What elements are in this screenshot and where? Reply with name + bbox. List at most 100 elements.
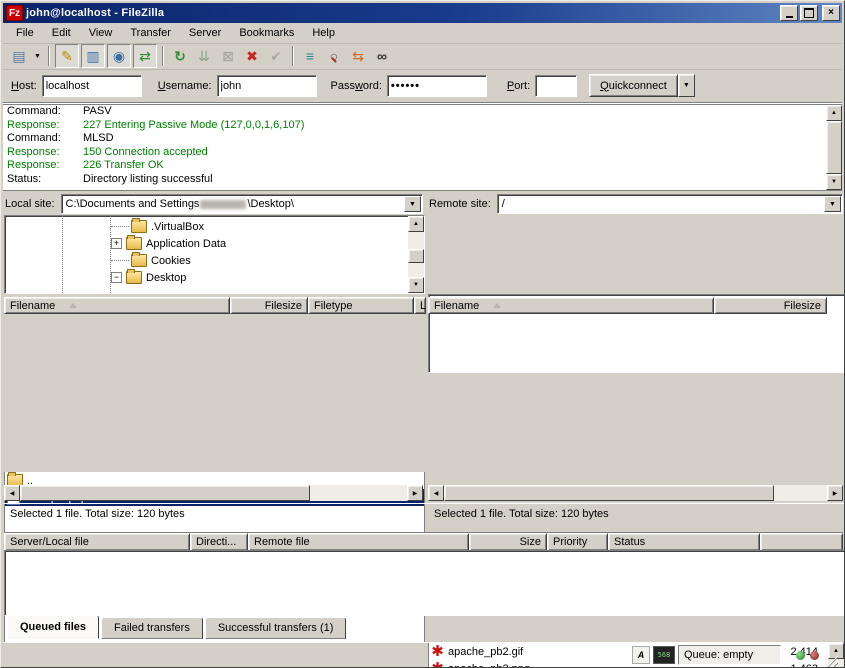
local-directory-tree[interactable]: .VirtualBox + Application Data Cookies −… [4,215,425,294]
column-header-size[interactable]: Size [469,533,547,551]
minimize-button[interactable] [780,5,798,21]
scroll-down-icon[interactable]: ▼ [408,277,424,293]
folder-icon [126,237,142,250]
cancel-operation-button: ⊠ [217,45,239,67]
password-input[interactable] [387,75,487,97]
queue-tabs: Queued files Failed transfers Successful… [7,617,348,639]
disconnect-button[interactable]: ✖ [241,45,263,67]
remote-list-hscrollbar[interactable]: ◀ ▶ [428,485,843,501]
synchronized-browsing-button[interactable]: ∞ [371,45,393,67]
remote-site-combo[interactable]: / ▼ [497,194,843,214]
scrollbar-thumb[interactable] [408,249,424,263]
toggle-queue-button[interactable]: ⇄ [133,44,157,68]
log-scrollbar[interactable]: ▲ ▼ [826,105,842,190]
scroll-right-icon[interactable]: ▶ [407,485,423,501]
column-header-filename[interactable]: Filename [428,297,714,314]
menu-file[interactable]: File [7,25,43,41]
column-header-filetype[interactable]: Filetype [308,297,414,314]
toggle-message-log-button[interactable]: ✎ [55,44,79,68]
filter-button[interactable]: ≡ [299,45,321,67]
scrollbar-thumb[interactable] [20,485,310,501]
column-header-filename[interactable]: Filename [4,297,230,314]
menu-transfer[interactable]: Transfer [121,25,180,41]
expand-plus-icon[interactable]: + [111,238,122,249]
local-tree-icon: ▥ [86,48,99,65]
tree-item-virtualbox[interactable]: .VirtualBox [111,218,411,235]
column-header-direction[interactable]: Directi... [190,533,248,551]
scrollbar-thumb[interactable] [826,121,842,174]
local-site-row: Local site: C:\Documents and Settings\De… [5,194,423,214]
message-log-icon: ✎ [61,48,73,65]
local-list-hscrollbar[interactable]: ◀ ▶ [4,485,423,501]
quickconnect-button[interactable]: Quickconnect [589,74,678,97]
compare-icon: ⇆ [352,48,364,65]
scroll-down-icon[interactable]: ▼ [826,174,842,190]
site-manager-button[interactable]: ▤ [8,45,30,67]
username-input[interactable] [217,75,317,97]
status-bar: A 568 Queue: empty [3,642,842,667]
speedlimit-icon: 568 [653,646,675,664]
local-site-combo[interactable]: C:\Documents and Settings\Desktop\ ▼ [61,194,423,214]
menu-bookmarks[interactable]: Bookmarks [230,25,303,41]
tab-successful-transfers[interactable]: Successful transfers (1) [205,617,347,639]
host-input[interactable] [42,75,142,97]
column-header-server-local-file[interactable]: Server/Local file [4,533,190,551]
scroll-up-icon[interactable]: ▲ [408,216,424,232]
column-header-remote-file[interactable]: Remote file [248,533,469,551]
scroll-left-icon[interactable]: ◀ [4,485,20,501]
close-button[interactable]: × [822,5,840,21]
scrollbar-thumb[interactable] [444,485,774,501]
quickconnect-dropdown-button[interactable]: ▼ [678,74,695,97]
tree-item-application-data[interactable]: + Application Data [111,235,411,252]
column-header-priority[interactable]: Priority [547,533,608,551]
file-search-button[interactable]: ○ [323,45,345,67]
column-header-status[interactable]: Status [608,533,760,551]
sort-ascending-icon [69,303,77,308]
toolbar-separator [48,46,50,66]
menu-help[interactable]: Help [303,25,344,41]
column-header-filesize[interactable]: Filesize [230,297,308,314]
tree-guide-line [62,216,64,293]
toggle-remote-tree-button[interactable]: ◉ [107,44,131,68]
compare-directories-button[interactable]: ⇆ [347,45,369,67]
redacted-username [200,200,246,209]
toggle-local-tree-button[interactable]: ▥ [81,44,105,68]
chevron-down-icon[interactable]: ▼ [404,196,421,212]
folder-icon [126,271,142,284]
menu-view[interactable]: View [80,25,122,41]
site-manager-dropdown-button[interactable]: ▼ [31,45,44,67]
log-line: Response:226 Transfer OK [3,159,842,173]
refresh-icon: ↻ [174,48,186,65]
transfer-queue-list[interactable] [4,550,845,616]
scroll-left-icon[interactable]: ◀ [428,485,444,501]
red-indicator-icon [810,651,819,660]
column-header-lastmodified[interactable]: L [414,297,426,314]
collapse-minus-icon[interactable]: − [111,272,122,283]
tree-item-label: Application Data [146,238,226,250]
tree-item-desktop[interactable]: − Desktop [111,269,411,286]
chevron-down-icon[interactable]: ▼ [824,196,841,212]
tree-item-cookies[interactable]: Cookies [111,252,411,269]
remote-path: / [502,198,505,210]
column-header-blank[interactable] [760,533,843,551]
port-input[interactable] [535,75,577,97]
resize-grip[interactable] [825,654,838,667]
message-log: Command:PASV Response:227 Entering Passi… [3,104,842,191]
scroll-right-icon[interactable]: ▶ [827,485,843,501]
menu-edit[interactable]: Edit [43,25,80,41]
tab-queued-files[interactable]: Queued files [7,615,99,639]
sort-ascending-icon [493,303,501,308]
reconnect-icon: ✔ [270,48,282,65]
scroll-up-icon[interactable]: ▲ [826,105,842,121]
port-label: Port: [507,80,530,92]
binoculars-icon: ∞ [377,48,387,64]
cancel-icon: ⊠ [222,48,234,65]
maximize-button[interactable] [800,5,818,21]
reconnect-button: ✔ [265,45,287,67]
chevron-down-icon: ▼ [34,53,41,60]
tab-failed-transfers[interactable]: Failed transfers [101,617,203,639]
refresh-button[interactable]: ↻ [169,45,191,67]
menu-server[interactable]: Server [180,25,230,41]
column-header-filesize[interactable]: Filesize [714,297,827,314]
local-tree-scrollbar[interactable]: ▲ ▼ [408,216,424,293]
